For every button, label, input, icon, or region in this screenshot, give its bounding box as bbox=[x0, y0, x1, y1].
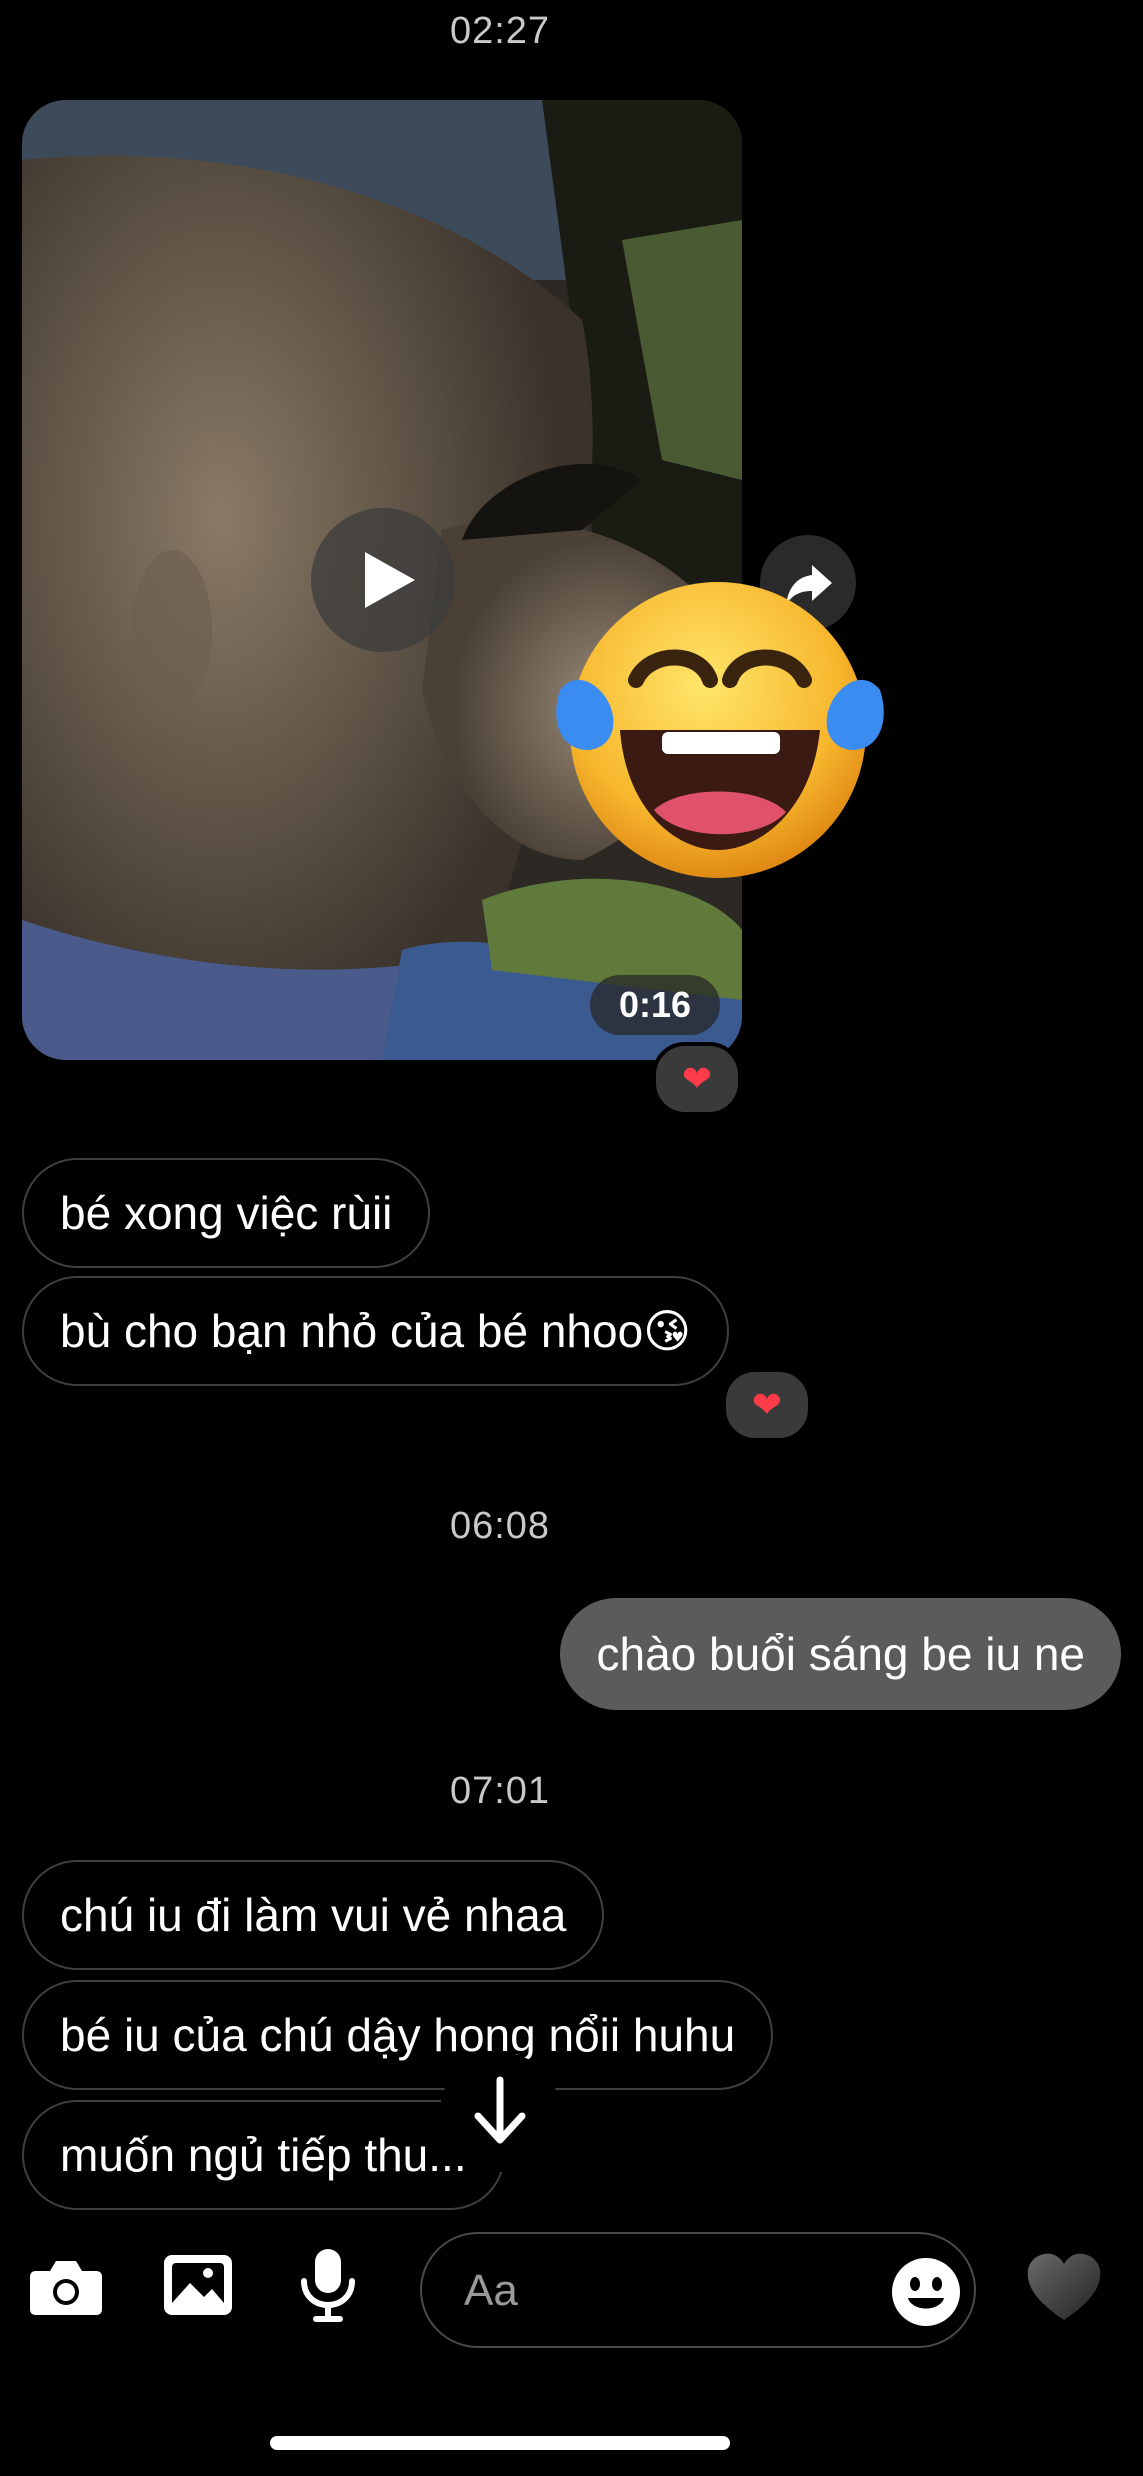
arrow-down-icon bbox=[474, 2076, 526, 2144]
heart-reaction[interactable]: ❤ bbox=[652, 1042, 742, 1116]
microphone-button[interactable] bbox=[288, 2245, 368, 2325]
play-button[interactable] bbox=[311, 508, 455, 652]
outgoing-message[interactable]: chào buổi sáng be iu ne bbox=[560, 1598, 1121, 1710]
home-indicator bbox=[270, 2436, 730, 2450]
incoming-message[interactable]: chú iu đi làm vui vẻ nhaa bbox=[22, 1860, 605, 1970]
message-input[interactable] bbox=[420, 2232, 976, 2348]
heart-button[interactable] bbox=[1024, 2248, 1104, 2328]
emoji-icon bbox=[892, 2258, 960, 2326]
timestamp: 07:01 bbox=[449, 1770, 551, 1812]
heart-icon: ❤ bbox=[681, 1058, 713, 1099]
laughing-tears-emoji bbox=[550, 580, 890, 880]
timestamp: 06:08 bbox=[449, 1505, 551, 1547]
heart-reaction[interactable]: ❤ bbox=[722, 1368, 812, 1442]
emoji-button[interactable] bbox=[890, 2256, 962, 2328]
incoming-message[interactable]: muốn ngủ tiếp thu... bbox=[22, 2100, 505, 2210]
camera-icon bbox=[30, 2261, 102, 2315]
heart-icon bbox=[1027, 2253, 1101, 2320]
microphone-icon bbox=[301, 2249, 355, 2322]
video-duration: 0:16 bbox=[590, 975, 720, 1035]
play-icon bbox=[365, 552, 415, 608]
camera-button[interactable] bbox=[26, 2245, 106, 2325]
incoming-message[interactable]: bù cho bạn nhỏ của bé nhoo😘 bbox=[22, 1276, 730, 1386]
heart-icon: ❤ bbox=[751, 1384, 783, 1425]
message-text-field[interactable] bbox=[462, 2258, 866, 2324]
incoming-message[interactable]: bé xong việc rùii bbox=[22, 1158, 431, 1268]
scroll-to-bottom-button[interactable] bbox=[440, 2052, 560, 2172]
image-icon bbox=[164, 2255, 232, 2315]
incoming-message[interactable]: bé iu của chú dậy hong nổii huhu bbox=[22, 1980, 774, 2090]
image-button[interactable] bbox=[158, 2245, 238, 2325]
timestamp: 02:27 bbox=[449, 10, 551, 52]
